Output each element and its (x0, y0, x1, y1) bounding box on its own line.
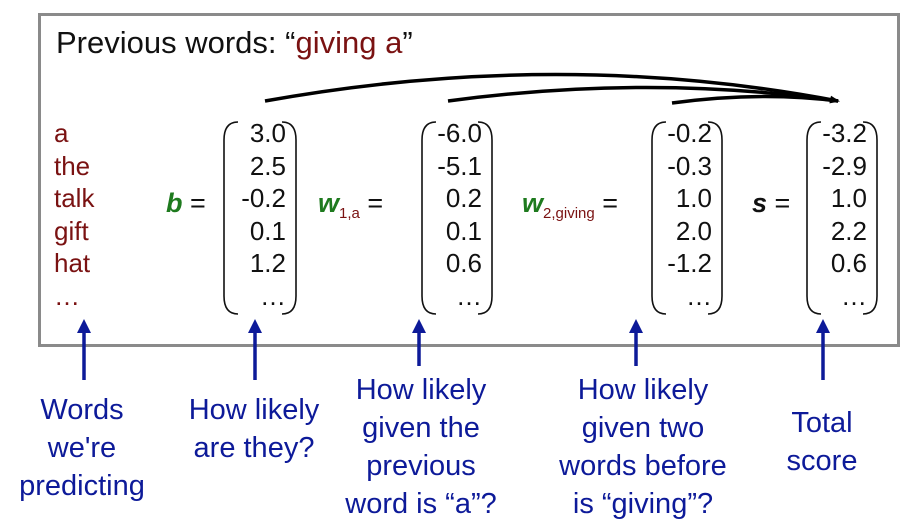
sum-arrow-from-w2 (671, 94, 839, 105)
w2-right-bracket (707, 121, 723, 315)
b-right-bracket (281, 121, 297, 315)
s-left-bracket (806, 121, 822, 315)
caption-words: Words we're predicting (19, 394, 145, 502)
caption-w1: How likely given the previous word is “a… (345, 374, 497, 520)
caption-s: Total score (786, 407, 858, 477)
b-left-bracket (223, 121, 239, 315)
s-right-bracket (862, 121, 878, 315)
w1-right-bracket (477, 121, 493, 315)
w2-left-bracket (651, 121, 667, 315)
caption-w2: How likely given two words before is “gi… (559, 374, 727, 520)
caption-b: How likely are they? (188, 394, 320, 464)
w1-left-bracket (421, 121, 437, 315)
